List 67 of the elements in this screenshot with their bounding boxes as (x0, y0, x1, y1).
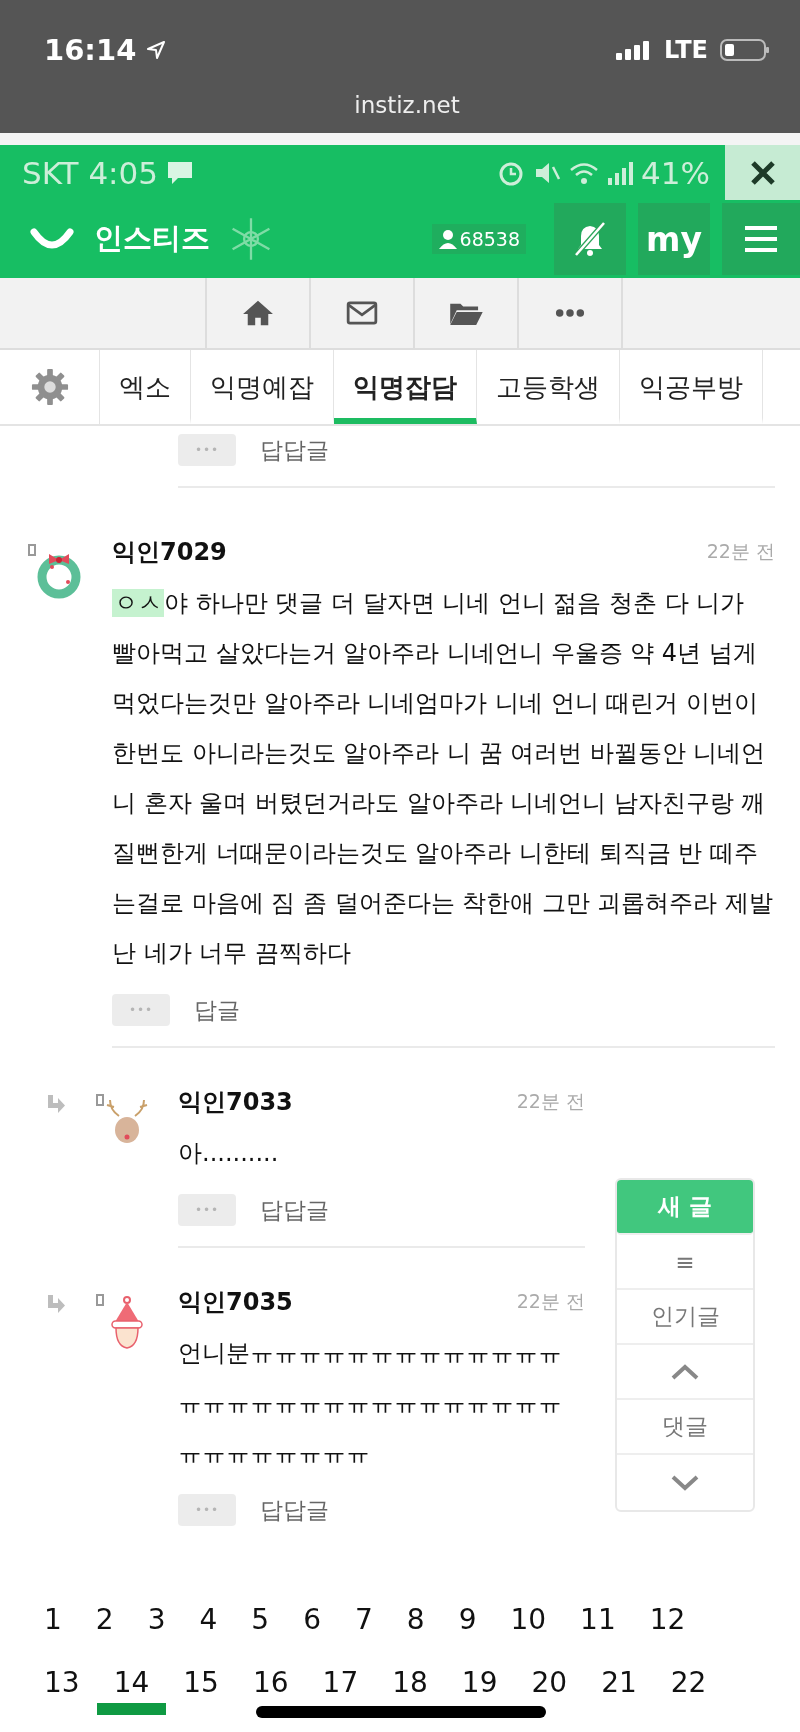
comment-time: 22분 전 (516, 1089, 585, 1114)
category-tab[interactable]: 익명잡담 (334, 350, 477, 424)
battery-percent: 41% (641, 154, 710, 191)
menu-link[interactable]: 댓글 (617, 1400, 753, 1455)
page-link[interactable]: 15 (166, 1663, 236, 1703)
page-link[interactable]: 10 (493, 1600, 564, 1640)
level-icon (28, 544, 36, 556)
signal-icon (615, 40, 652, 60)
chevron-down-icon (670, 1474, 700, 1491)
user-count: 68538 (459, 228, 520, 250)
page-link[interactable]: 18 (375, 1663, 445, 1703)
category-tab[interactable]: 익공부방 (620, 350, 763, 424)
menu-icon (743, 224, 779, 254)
page-link[interactable]: 4 (182, 1600, 235, 1640)
commenter-name: 익인7029 (112, 537, 227, 568)
close-button[interactable] (725, 145, 800, 200)
page-link[interactable]: 3 (130, 1600, 183, 1640)
battery-icon (720, 38, 770, 62)
page-link[interactable]: 22 (653, 1663, 724, 1703)
level-icon (96, 1094, 104, 1106)
category-tab[interactable]: 엑소 (100, 350, 191, 424)
page-link[interactable]: 11 (563, 1600, 633, 1640)
commenter-name: 익인7035 (178, 1287, 293, 1318)
page-link[interactable]: 2 (78, 1600, 131, 1640)
signal-icon (607, 159, 634, 186)
clock-time: 16:14 (44, 33, 137, 67)
reply-link[interactable]: 답답글 (260, 434, 329, 466)
chevron-up-icon (670, 1363, 700, 1380)
category-tab[interactable]: 익명예잡 (191, 350, 334, 424)
page-link[interactable]: 19 (444, 1663, 515, 1703)
page-link[interactable]: 8 (389, 1600, 442, 1640)
category-tab[interactable]: 고등학생 (477, 350, 620, 424)
comment-time: 22분 전 (516, 1289, 585, 1314)
menu-link[interactable]: 인기글 (617, 1290, 753, 1345)
location-arrow-icon (146, 40, 167, 60)
page-link[interactable]: 14 (96, 1663, 167, 1715)
page-link[interactable]: 16 (235, 1663, 306, 1703)
network-label: LTE (663, 36, 708, 64)
comment-text: 언니분ㅠㅠㅠㅠㅠㅠㅠㅠㅠㅠㅠㅠㅠㅠㅠㅠㅠㅠㅠㅠㅠㅠㅠㅠㅠㅠㅠㅠㅠㅠㅠㅠㅠㅠㅠㅠㅠ (178, 1338, 563, 1469)
comment-time: 22분 전 (706, 539, 775, 564)
url-text[interactable]: instiz.net (44, 92, 770, 118)
page-link[interactable]: 9 (441, 1600, 494, 1640)
page-link[interactable]: 1 (27, 1600, 79, 1640)
page-link[interactable]: 21 (584, 1663, 654, 1703)
reply-link[interactable]: 답답글 (260, 1194, 329, 1226)
level-icon (96, 1294, 104, 1306)
reply-link[interactable]: 답글 (194, 994, 240, 1026)
home-icon (241, 299, 275, 327)
page-link[interactable]: 6 (286, 1600, 338, 1640)
reply-link[interactable]: 답답글 (260, 1494, 329, 1526)
list-button[interactable]: ≡ (617, 1235, 753, 1290)
page-link[interactable]: 17 (305, 1663, 376, 1703)
page-link[interactable]: 20 (514, 1663, 585, 1703)
envelope-icon (346, 301, 378, 325)
page-link[interactable]: 5 (234, 1600, 287, 1640)
settings-icon (30, 368, 69, 406)
chat-icon (166, 159, 194, 186)
page-link[interactable]: 13 (27, 1663, 97, 1703)
person-icon (437, 229, 458, 249)
more-icon (555, 308, 585, 318)
carrier-time: SKT 4:05 (22, 154, 158, 191)
comment-text: ㅇㅅ 야 하나만 댓글 더 달자면 니네 언니 젊음 청춘 다 니가 빨아먹고 살았다는거 알아주라 니네언니 우울증 약 4년 넘게 먹었다는것만 알아주라 니네엄마가 니네 언니 때린거 이번이 한번도 아니라는것도 알아주라 니 꿈 여러번 바뀔동안 니네언니 혼자 울며 버텼던거라도 알아주라 니네언니 남자친구랑 깨질뻔한게 너때문이라는것도 알아주라 니한테 퇴직금 반 떼주는걸로 마음에 짐 좀 덜어준다는 착한애 그만 괴롭혀주라 제발 난 네가 너무 끔찍하다 (112, 588, 775, 969)
commenter-name: 익인7033 (178, 1087, 293, 1118)
page-link[interactable]: 7 (337, 1600, 390, 1640)
comment-text: 아.......... (178, 1138, 280, 1169)
page-link[interactable]: 12 (632, 1600, 703, 1640)
notification-off-button[interactable] (554, 203, 626, 275)
